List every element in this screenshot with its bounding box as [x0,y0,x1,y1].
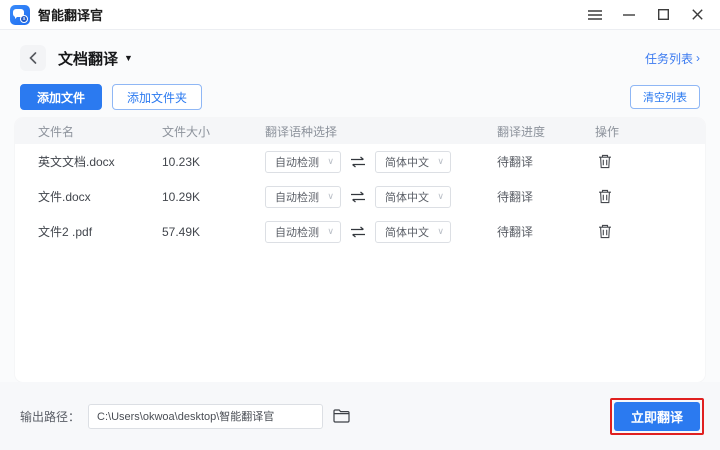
titlebar: a 智能翻译官 [0,0,720,30]
maximize-icon[interactable] [650,3,676,27]
chevron-down-icon: ∨ [437,226,444,237]
status-badge: 待翻译 [497,155,533,169]
chevron-down-icon: ∨ [327,226,334,237]
file-name: 英文文档.docx [15,153,162,170]
table-row: 文件2 .pdf 57.49K 自动检测∨ 简体中文∨ 待翻译 [15,214,705,249]
footer-bar: 输出路径： 立即翻译 [0,382,720,450]
chevron-down-icon: ∨ [327,191,334,202]
toolbar: 添加文件 添加文件夹 清空列表 [20,84,700,110]
task-list-link[interactable]: 任务列表› [645,50,700,67]
file-size: 57.49K [162,225,265,239]
source-language-select[interactable]: 自动检测∨ [265,186,341,208]
add-file-button[interactable]: 添加文件 [20,84,102,110]
target-language-select[interactable]: 简体中文∨ [375,221,451,243]
title-dropdown-caret-icon[interactable]: ▼ [124,53,133,63]
file-table-card: 文件名 文件大小 翻译语种选择 翻译进度 操作 英文文档.docx 10.23K… [15,118,705,382]
window-controls [582,3,710,27]
file-name: 文件2 .pdf [15,223,162,240]
delete-file-icon[interactable] [595,222,615,242]
translate-now-button[interactable]: 立即翻译 [614,402,700,431]
chevron-down-icon: ∨ [327,156,334,167]
source-language-select[interactable]: 自动检测∨ [265,221,341,243]
status-badge: 待翻译 [497,225,533,239]
col-header-progress: 翻译进度 [497,123,595,140]
target-language-select[interactable]: 简体中文∨ [375,186,451,208]
file-size: 10.29K [162,190,265,204]
close-icon[interactable] [684,3,710,27]
table-row: 英文文档.docx 10.23K 自动检测∨ 简体中文∨ 待翻译 [15,144,705,179]
delete-file-icon[interactable] [595,187,615,207]
col-header-action: 操作 [595,123,682,140]
col-header-filename: 文件名 [15,123,162,140]
swap-languages-icon[interactable] [341,226,375,238]
swap-languages-icon[interactable] [341,191,375,203]
table-row: 文件.docx 10.29K 自动检测∨ 简体中文∨ 待翻译 [15,179,705,214]
translate-highlight-box: 立即翻译 [610,398,704,435]
page-title: 文档翻译 [58,48,118,69]
delete-file-icon[interactable] [595,152,615,172]
chevron-right-icon: › [696,51,700,65]
menu-icon[interactable] [582,3,608,27]
back-button[interactable] [20,45,46,71]
file-name: 文件.docx [15,188,162,205]
app-title: 智能翻译官 [38,5,103,24]
page-header: 文档翻译 ▼ 任务列表› [20,44,700,72]
table-header-row: 文件名 文件大小 翻译语种选择 翻译进度 操作 [15,118,705,144]
app-logo-icon: a [10,5,30,25]
chevron-down-icon: ∨ [437,156,444,167]
output-path-label: 输出路径： [20,408,80,425]
add-folder-button[interactable]: 添加文件夹 [112,84,202,110]
source-language-select[interactable]: 自动检测∨ [265,151,341,173]
file-size: 10.23K [162,155,265,169]
col-header-languages: 翻译语种选择 [265,123,497,140]
clear-list-button[interactable]: 清空列表 [630,85,700,109]
browse-folder-icon[interactable] [333,409,350,423]
status-badge: 待翻译 [497,190,533,204]
chevron-down-icon: ∨ [437,191,444,202]
output-path-input[interactable] [88,404,323,429]
minimize-icon[interactable] [616,3,642,27]
col-header-filesize: 文件大小 [162,123,265,140]
swap-languages-icon[interactable] [341,156,375,168]
target-language-select[interactable]: 简体中文∨ [375,151,451,173]
